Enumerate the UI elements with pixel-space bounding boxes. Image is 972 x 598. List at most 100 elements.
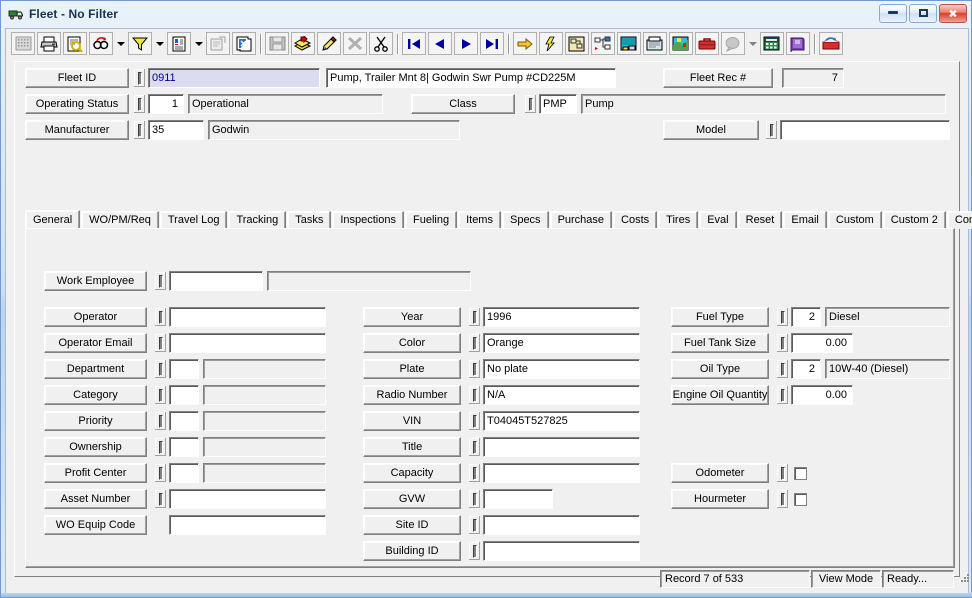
title-spinner[interactable]	[468, 437, 481, 457]
workorder-icon[interactable]	[617, 32, 641, 55]
tab-email[interactable]: Email	[783, 211, 827, 229]
manual-icon[interactable]	[786, 32, 810, 55]
class-label[interactable]: Class	[411, 94, 515, 114]
grid-view-icon[interactable]	[11, 32, 35, 55]
ownership-value[interactable]	[203, 437, 326, 457]
operator-label[interactable]: Operator	[44, 307, 147, 327]
department-value[interactable]	[203, 359, 326, 379]
model-input[interactable]	[780, 120, 950, 140]
class-code[interactable]: PMP	[539, 94, 577, 114]
map-icon[interactable]	[669, 32, 693, 55]
tab-costs[interactable]: Costs	[613, 211, 658, 229]
copy-record-icon[interactable]	[232, 32, 256, 55]
hierarchy-icon[interactable]	[591, 32, 615, 55]
fax-icon[interactable]	[643, 32, 667, 55]
tab-custom[interactable]: Custom	[827, 211, 882, 229]
capacity-label[interactable]: Capacity	[363, 463, 461, 483]
operator-email-input[interactable]	[169, 333, 326, 353]
fuel-tank-size-label[interactable]: Fuel Tank Size	[671, 333, 769, 353]
print-preview-icon[interactable]	[63, 32, 87, 55]
fleet-id-label[interactable]: Fleet ID	[25, 68, 129, 88]
quick-action-icon[interactable]	[539, 32, 563, 55]
fuel-type-code[interactable]: 2	[791, 307, 821, 327]
radio-number-input[interactable]: N/A	[483, 385, 640, 405]
work-employee-code[interactable]	[169, 271, 263, 291]
profit-center-spinner[interactable]	[154, 463, 167, 483]
odometer-spinner[interactable]	[776, 463, 789, 483]
edit-icon[interactable]	[317, 32, 341, 55]
print-icon[interactable]	[37, 32, 61, 55]
fuel-tank-size-input[interactable]: 0.00	[791, 333, 853, 353]
gvw-spinner[interactable]	[468, 489, 481, 509]
previous-record-icon[interactable]	[428, 32, 452, 55]
odometer-label[interactable]: Odometer	[671, 463, 769, 483]
vin-input[interactable]: T04045T527825	[483, 411, 640, 431]
description-input[interactable]: Pump, Trailer Mnt 8| Godwin Swr Pump #CD…	[326, 68, 616, 88]
tab-eval[interactable]: Eval	[699, 211, 737, 229]
hourmeter-label[interactable]: Hourmeter	[671, 489, 769, 509]
tab-tires[interactable]: Tires	[658, 211, 699, 229]
color-label[interactable]: Color	[363, 333, 461, 353]
cut-icon[interactable]	[369, 32, 393, 55]
color-input[interactable]: Orange	[483, 333, 640, 353]
operator-email-spinner[interactable]	[154, 333, 167, 353]
capacity-spinner[interactable]	[468, 463, 481, 483]
year-spinner[interactable]	[468, 307, 481, 327]
tab-general[interactable]: General	[25, 210, 81, 229]
hourmeter-checkbox[interactable]	[794, 492, 807, 506]
tab-custom-2[interactable]: Custom 2	[882, 211, 946, 229]
tab-specs[interactable]: Specs	[501, 211, 549, 229]
vin-spinner[interactable]	[468, 411, 481, 431]
tab-items[interactable]: Items	[458, 211, 501, 229]
priority-label[interactable]: Priority	[44, 411, 147, 431]
ownership-label[interactable]: Ownership	[44, 437, 147, 457]
priority-value[interactable]	[203, 411, 326, 431]
last-record-icon[interactable]	[480, 32, 504, 55]
tab-purchase[interactable]: Purchase	[549, 211, 613, 229]
site-id-spinner[interactable]	[468, 515, 481, 535]
oil-type-label[interactable]: Oil Type	[671, 359, 769, 379]
category-value[interactable]	[203, 385, 326, 405]
fleet-id-input[interactable]: 0911	[148, 68, 320, 88]
fuel-type-label[interactable]: Fuel Type	[671, 307, 769, 327]
first-record-icon[interactable]	[402, 32, 426, 55]
add-record-icon[interactable]	[291, 32, 315, 55]
operating-status-label[interactable]: Operating Status	[25, 94, 129, 114]
operator-email-label[interactable]: Operator Email	[44, 333, 147, 353]
tab-fueling[interactable]: Fueling	[405, 211, 458, 229]
gvw-input[interactable]	[483, 489, 553, 509]
report-icon[interactable]	[167, 32, 191, 55]
profit-center-value[interactable]	[203, 463, 326, 483]
odometer-checkbox[interactable]	[794, 466, 807, 480]
radio-number-spinner[interactable]	[468, 385, 481, 405]
operating-status-code[interactable]: 1	[148, 94, 184, 114]
year-input[interactable]: 1996	[483, 307, 640, 327]
color-spinner[interactable]	[468, 333, 481, 353]
gvw-label[interactable]: GVW	[363, 489, 461, 509]
filter-dropdown-icon[interactable]	[153, 32, 166, 55]
tab-tasks[interactable]: Tasks	[287, 211, 332, 229]
model-spinner[interactable]	[765, 120, 778, 140]
manufacturer-spinner[interactable]	[133, 120, 146, 140]
tab-comments[interactable]: Comments	[946, 211, 972, 229]
class-spinner[interactable]	[524, 94, 537, 114]
priority-spinner[interactable]	[154, 411, 167, 431]
next-record-icon[interactable]	[454, 32, 478, 55]
fuel-type-value[interactable]: Diesel	[825, 307, 950, 327]
oil-type-code[interactable]: 2	[791, 359, 821, 379]
radio-number-label[interactable]: Radio Number	[363, 385, 461, 405]
hourmeter-spinner[interactable]	[776, 489, 789, 509]
properties-icon[interactable]	[206, 32, 230, 55]
manufacturer-label[interactable]: Manufacturer	[25, 120, 129, 140]
tab-wo-pm-req[interactable]: WO/PM/Req	[81, 211, 159, 229]
asset-number-spinner[interactable]	[154, 489, 167, 509]
engine-oil-quantity-label[interactable]: Engine Oil Quantity	[671, 385, 769, 405]
category-spinner[interactable]	[154, 385, 167, 405]
work-employee-label[interactable]: Work Employee	[44, 271, 147, 291]
delete-icon[interactable]	[343, 32, 367, 55]
title-input[interactable]	[483, 437, 640, 457]
help-balloon-icon[interactable]	[721, 32, 745, 55]
report-dropdown-icon[interactable]	[192, 32, 205, 55]
engine-oil-quantity-spinner[interactable]	[776, 385, 789, 405]
goto-icon[interactable]	[513, 32, 537, 55]
